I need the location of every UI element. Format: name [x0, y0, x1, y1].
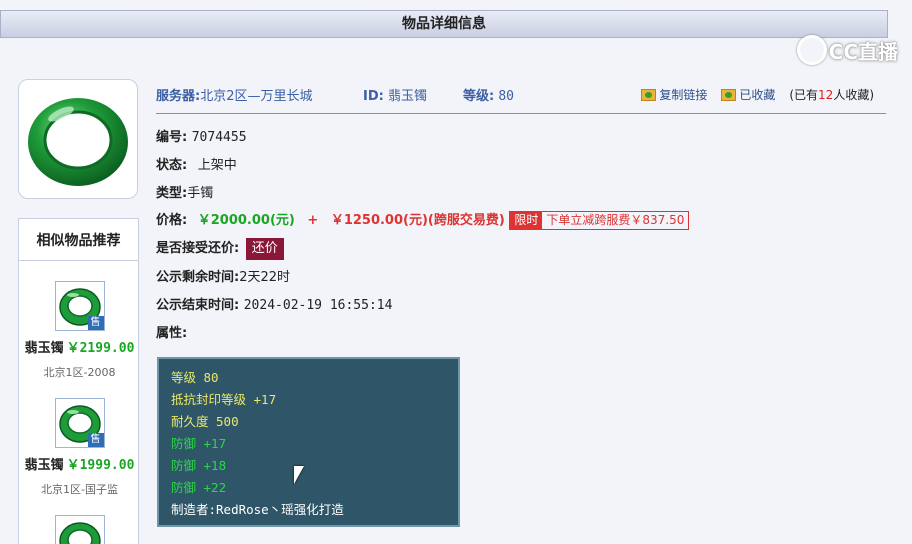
number-row: 编号: 7074455 [156, 126, 247, 145]
attribute-line: 防御 +18 [171, 458, 227, 473]
type-value: 手镯 [187, 186, 214, 201]
id-value: 翡玉镯 [387, 89, 427, 104]
mouse-cursor-icon [294, 466, 304, 484]
page-header: 物品详细信息 [0, 10, 888, 38]
jade-bracelet-icon [28, 98, 128, 186]
attribute-line: 耐久度 500 [171, 414, 239, 429]
attribute-line: 等级 80 [171, 370, 219, 385]
page-title: 物品详细信息 [402, 16, 486, 32]
item-image [18, 79, 138, 199]
similar-item-server: 北京1区-2008 [43, 366, 116, 379]
remaining-time-value: 2天22时 [239, 270, 291, 285]
attribute-line: 抵抗封印等级 +17 [171, 392, 277, 407]
similar-item-thumb[interactable]: 售 [54, 398, 105, 448]
favorite-icon [721, 88, 737, 101]
similar-item-name[interactable]: 翡玉镯 [25, 458, 64, 473]
similar-item-server: 北京1区-国子监 [41, 483, 118, 496]
attribute-line: 防御 +17 [171, 436, 227, 451]
watermark: CC直播 [796, 35, 898, 65]
similar-item[interactable] [19, 515, 140, 544]
copy-link-icon [641, 88, 657, 101]
remaining-time-row: 公示剩余时间:2天22时 [156, 266, 290, 285]
remaining-time-label: 公示剩余时间: [156, 270, 240, 285]
type-label: 类型: [156, 186, 188, 201]
attributes-label: 属性: [156, 326, 188, 341]
similar-item-price: ￥2199.00 [66, 341, 135, 356]
end-time-value: 2024-02-19 16:55:14 [243, 298, 393, 313]
sell-badge: 售 [87, 316, 104, 330]
server-field: 服务器:北京2区—万里长城 [156, 85, 312, 104]
watermark-text: CC直播 [828, 39, 898, 64]
similar-item[interactable]: 售 翡玉镯 ￥2199.00 北京1区-2008 [19, 281, 140, 380]
favorite-count: (已有12人收藏) [789, 88, 874, 102]
attributes-row: 属性: [156, 322, 187, 341]
similar-item-price: ￥1999.00 [66, 458, 135, 473]
status-row: 状态: 上架中 [156, 154, 237, 173]
id-field: ID: 翡玉镯 [363, 85, 427, 104]
limited-time-tag: 限时 下单立减跨服费￥837.50 [509, 211, 690, 230]
cc-logo-icon [796, 35, 827, 65]
similar-item-thumb[interactable] [54, 515, 105, 544]
similar-item-name[interactable]: 翡玉镯 [25, 341, 64, 356]
bargain-button[interactable]: 还价 [245, 238, 284, 260]
end-time-row: 公示结束时间: 2024-02-19 16:55:14 [156, 294, 392, 313]
bargain-label: 是否接受还价: [156, 241, 240, 256]
price-row: 价格: ￥2000.00(元) + ￥1250.00(元)(跨服交易费) 限时下… [156, 209, 690, 230]
level-field: 等级: 80 [463, 85, 514, 104]
status-label: 状态: [156, 158, 188, 173]
level-label: 等级: [463, 89, 495, 104]
status-value: 上架中 [197, 158, 237, 173]
price-value: ￥2000.00(元) [197, 213, 295, 228]
type-row: 类型:手镯 [156, 182, 213, 201]
jade-bracelet-icon [58, 522, 101, 544]
item-actions: 复制链接 已收藏 (已有12人收藏) [641, 86, 874, 103]
similar-item-thumb[interactable]: 售 [54, 281, 105, 331]
server-label: 服务器: [156, 89, 201, 104]
similar-items-title: 相似物品推荐 [19, 219, 138, 261]
similar-items-panel: 相似物品推荐 售 翡玉镯 ￥2199.00 北京1区-2008 售 翡玉镯 ￥199… [18, 218, 139, 544]
number-label: 编号: [156, 130, 188, 145]
server-value: 北京2区—万里长城 [200, 89, 313, 104]
sell-badge: 售 [87, 433, 104, 447]
copy-link-button[interactable]: 复制链接 [641, 86, 707, 103]
price-plus: + [307, 213, 319, 228]
end-time-label: 公示结束时间: [156, 298, 240, 313]
price-label: 价格: [156, 213, 188, 228]
item-summary-bar: 服务器:北京2区—万里长城 ID: 翡玉镯 等级: 80 复制链接 已收藏 (已… [156, 84, 886, 114]
copy-link-label[interactable]: 复制链接 [659, 86, 707, 103]
number-value: 7074455 [191, 130, 247, 145]
attributes-panel: 等级 80 抵抗封印等级 +17 耐久度 500 防御 +17 防御 +18 防… [157, 357, 460, 527]
similar-item[interactable]: 售 翡玉镯 ￥1999.00 北京1区-国子监 [19, 398, 140, 497]
favorite-button[interactable]: 已收藏 [721, 86, 775, 103]
attribute-line: 制造者:RedRose丶瑶强化打造 [171, 502, 344, 517]
id-label: ID: [363, 89, 384, 104]
attribute-line: 防御 +22 [171, 480, 227, 495]
bargain-row: 是否接受还价: 还价 [156, 237, 284, 260]
favorite-label[interactable]: 已收藏 [739, 86, 775, 103]
cross-server-fee: ￥1250.00(元)(跨服交易费) [330, 213, 505, 228]
level-value: 80 [498, 89, 514, 104]
